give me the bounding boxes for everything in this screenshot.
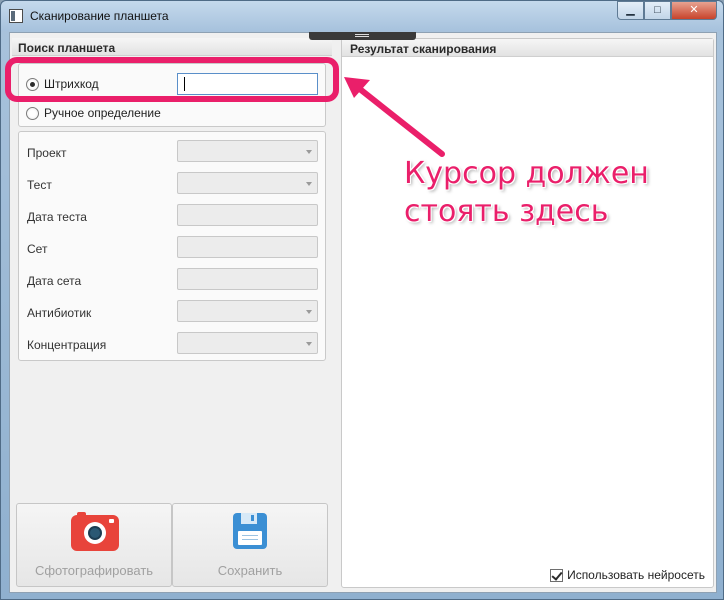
radio-manual[interactable]: Ручное определение — [26, 106, 161, 120]
camera-icon — [71, 512, 119, 551]
label-antibiotic: Антибиотик — [27, 306, 92, 320]
annotation-text: Курсор должен стоять здесь — [404, 156, 649, 229]
label-project: Проект — [27, 146, 67, 160]
set-date-field[interactable] — [177, 268, 318, 290]
maximize-icon: □ — [654, 4, 661, 16]
search-panel: Поиск планшета Штрихкод Ручное определен… — [10, 33, 335, 592]
take-photo-button[interactable]: Сфотографировать — [16, 503, 172, 587]
minimize-button[interactable]: ▁ — [617, 1, 644, 20]
project-combobox[interactable] — [177, 140, 318, 162]
take-photo-label: Сфотографировать — [34, 563, 154, 578]
scan-result-header: Результат сканирования — [342, 39, 713, 57]
test-date-field[interactable] — [177, 204, 318, 226]
app-window-icon — [9, 9, 23, 23]
use-neural-net-checkbox[interactable] — [550, 568, 564, 582]
label-test: Тест — [27, 178, 52, 192]
search-panel-header: Поиск планшета — [12, 38, 332, 56]
annotation-highlight-box — [5, 57, 339, 102]
use-neural-net-option[interactable]: Использовать нейросеть — [550, 568, 705, 582]
set-field[interactable] — [177, 236, 318, 258]
use-neural-net-label: Использовать нейросеть — [567, 568, 705, 582]
close-button[interactable]: ✕ — [671, 1, 717, 20]
label-set: Сет — [27, 242, 48, 256]
radio-manual-label: Ручное определение — [44, 106, 161, 120]
maximize-button[interactable]: □ — [644, 1, 671, 20]
test-combobox[interactable] — [177, 172, 318, 194]
label-concentration: Концентрация — [27, 338, 107, 352]
save-button[interactable]: Сохранить — [172, 503, 328, 587]
label-test-date: Дата теста — [27, 210, 87, 224]
antibiotic-combobox[interactable] — [177, 300, 318, 322]
concentration-combobox[interactable] — [177, 332, 318, 354]
window-title: Сканирование планшета — [30, 9, 169, 23]
label-set-date: Дата сета — [27, 274, 82, 288]
annotation-arrow-icon — [344, 77, 445, 157]
floppy-disk-icon — [233, 513, 267, 549]
radio-manual-indicator[interactable] — [26, 106, 39, 120]
close-icon: ✕ — [689, 4, 699, 16]
save-label: Сохранить — [217, 563, 283, 578]
minimize-icon: ▁ — [626, 4, 635, 16]
title-bar[interactable]: Сканирование планшета ▁ □ ✕ — [1, 1, 723, 31]
window-controls: ▁ □ ✕ — [617, 1, 717, 21]
splitter-handle[interactable] — [309, 32, 416, 40]
